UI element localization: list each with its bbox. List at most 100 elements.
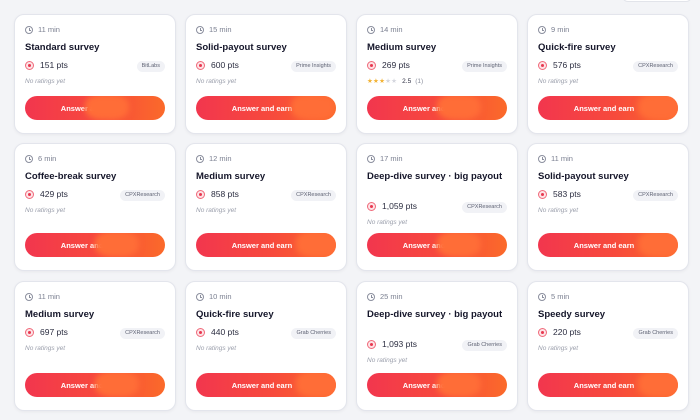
- duration: 15 min: [196, 25, 232, 34]
- duration: 11 min: [538, 154, 573, 163]
- answer-and-earn-button[interactable]: Answer and earn: [25, 373, 165, 397]
- survey-title: Quick-fire survey: [538, 42, 616, 53]
- no-ratings-note: No ratings yet: [25, 78, 66, 85]
- cta-label: Answer and earn: [573, 103, 635, 113]
- answer-and-earn-button[interactable]: Answer and earn: [196, 96, 336, 120]
- duration-label: 9 min: [551, 25, 570, 34]
- points-value: 576 pts: [553, 60, 581, 70]
- points-value: 220 pts: [553, 327, 581, 337]
- answer-and-earn-button[interactable]: Answer and earn: [538, 233, 678, 257]
- survey-card[interactable]: 5 min Speedy survey 220 pts Grab Cherrie…: [527, 281, 689, 411]
- no-ratings-note: No ratings yet: [25, 207, 66, 214]
- survey-title: Deep-dive survey · big payout: [367, 171, 503, 182]
- survey-card[interactable]: 11 min Standard survey 151 pts BitLabs N…: [14, 14, 176, 134]
- survey-card[interactable]: 12 min Medium survey 858 pts CPXResearch…: [185, 143, 347, 271]
- provider-badge: Grab Cherries: [633, 328, 678, 339]
- rating-row: ★★★★★ 2.5 (1): [367, 77, 424, 86]
- survey-card[interactable]: 17 min Deep-dive survey · big payout 1,0…: [356, 143, 518, 271]
- provider-badge: Grab Cherries: [291, 328, 336, 339]
- survey-card[interactable]: 25 min Deep-dive survey · big payout 1,0…: [356, 281, 518, 411]
- duration: 14 min: [367, 25, 403, 34]
- provider-badge: Prime Insights: [462, 61, 507, 72]
- redaction-blur: [296, 373, 336, 397]
- clock-icon: [25, 292, 33, 301]
- points-row: 1,059 pts: [367, 201, 417, 211]
- no-ratings-note: No ratings yet: [538, 207, 579, 214]
- points-row: 220 pts: [538, 327, 581, 337]
- duration: 6 min: [25, 154, 56, 163]
- points-value: 429 pts: [40, 189, 68, 199]
- answer-and-earn-button[interactable]: Answer and earn: [367, 96, 507, 120]
- redaction-blur: [638, 233, 678, 257]
- survey-card[interactable]: 10 min Quick-fire survey 440 pts Grab Ch…: [185, 281, 347, 411]
- duration: 10 min: [196, 292, 232, 301]
- survey-title: Speedy survey: [538, 309, 606, 320]
- answer-and-earn-button[interactable]: Answer and earn: [367, 233, 507, 257]
- clock-icon: [367, 25, 375, 34]
- redaction-blur: [437, 373, 481, 397]
- clock-icon: [367, 292, 375, 301]
- duration-label: 5 min: [551, 292, 570, 301]
- coin-icon: [367, 60, 376, 70]
- points-value: 269 pts: [382, 60, 410, 70]
- survey-card[interactable]: 11 min Medium survey 697 pts CPXResearch…: [14, 281, 176, 411]
- coin-icon: [196, 327, 205, 337]
- clock-icon: [367, 154, 375, 163]
- survey-card[interactable]: 14 min Medium survey 269 pts Prime Insig…: [356, 14, 518, 134]
- coin-icon: [538, 60, 547, 70]
- survey-title: Quick-fire survey: [196, 309, 274, 320]
- answer-and-earn-button[interactable]: Answer and earn: [196, 233, 336, 257]
- answer-and-earn-button[interactable]: Answer and earn: [25, 96, 165, 120]
- duration: 12 min: [196, 154, 232, 163]
- cta-label: Answer and earn: [231, 103, 293, 113]
- points-row: 600 pts: [196, 60, 239, 70]
- rating-count: (1): [415, 77, 424, 85]
- provider-badge: Prime Insights: [291, 61, 336, 72]
- answer-and-earn-button[interactable]: Answer and earn: [538, 96, 678, 120]
- coin-icon: [538, 327, 547, 337]
- survey-card[interactable]: 6 min Coffee-break survey 429 pts CPXRes…: [14, 143, 176, 271]
- clock-icon: [538, 25, 546, 34]
- points-value: 583 pts: [553, 189, 581, 199]
- duration: 5 min: [538, 292, 569, 301]
- duration-label: 17 min: [380, 154, 403, 163]
- redaction-blur: [296, 233, 336, 257]
- answer-and-earn-button[interactable]: Answer and earn: [196, 373, 336, 397]
- points-value: 1,059 pts: [382, 201, 417, 211]
- survey-card[interactable]: 9 min Quick-fire survey 576 pts CPXResea…: [527, 14, 689, 134]
- coin-icon: [196, 60, 205, 70]
- answer-and-earn-button[interactable]: Answer and earn: [25, 233, 165, 257]
- clock-icon: [25, 154, 33, 163]
- no-ratings-note: No ratings yet: [196, 207, 237, 214]
- points-row: 858 pts: [196, 189, 239, 199]
- cta-label: Answer and earn: [231, 240, 293, 250]
- duration: 11 min: [25, 292, 60, 301]
- survey-card[interactable]: 11 min Solid-payout survey 583 pts CPXRe…: [527, 143, 689, 271]
- points-value: 440 pts: [211, 327, 239, 337]
- provider-badge: CPXResearch: [633, 190, 678, 201]
- answer-and-earn-button[interactable]: Answer and earn: [367, 373, 507, 397]
- survey-card[interactable]: 15 min Solid-payout survey 600 pts Prime…: [185, 14, 347, 134]
- top-control-stub: [622, 0, 692, 2]
- star-icon: ★: [391, 78, 398, 85]
- points-row: 1,093 pts: [367, 339, 417, 349]
- points-row: 583 pts: [538, 189, 581, 199]
- no-ratings-note: No ratings yet: [538, 78, 579, 85]
- provider-badge: CPXResearch: [120, 190, 165, 201]
- redaction-blur: [638, 373, 678, 397]
- duration: 25 min: [367, 292, 403, 301]
- points-value: 600 pts: [211, 60, 239, 70]
- duration-label: 25 min: [380, 292, 403, 301]
- no-ratings-note: No ratings yet: [25, 345, 66, 352]
- clock-icon: [196, 292, 204, 301]
- cta-label: Answer and earn: [573, 380, 635, 390]
- answer-and-earn-button[interactable]: Answer and earn: [538, 373, 678, 397]
- clock-icon: [538, 292, 546, 301]
- duration: 9 min: [538, 25, 569, 34]
- cta-label: Answer and earn: [231, 380, 293, 390]
- provider-badge: CPXResearch: [291, 190, 336, 201]
- clock-icon: [196, 25, 204, 34]
- survey-title: Medium survey: [367, 42, 437, 53]
- coin-icon: [538, 189, 547, 199]
- points-value: 697 pts: [40, 327, 68, 337]
